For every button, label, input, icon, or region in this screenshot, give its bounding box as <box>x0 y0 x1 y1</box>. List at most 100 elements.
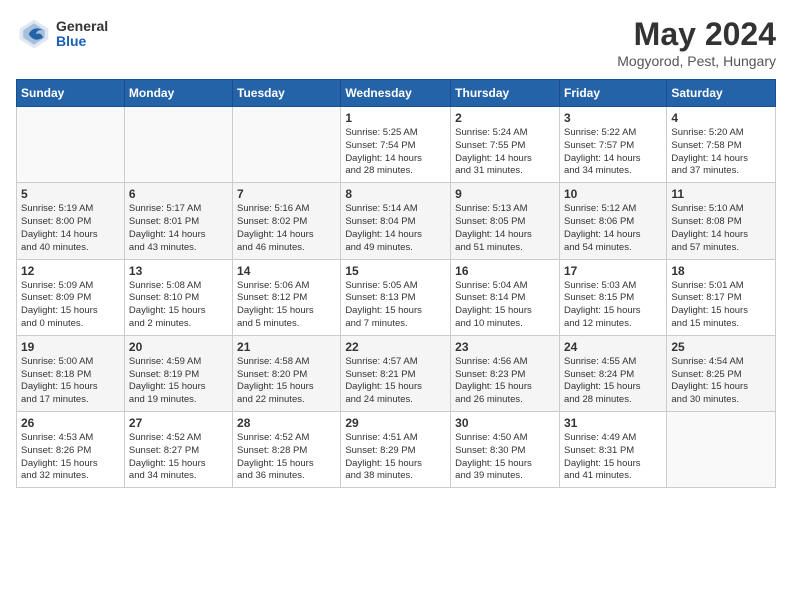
day-number: 27 <box>129 416 228 430</box>
calendar-cell: 29Sunrise: 4:51 AM Sunset: 8:29 PM Dayli… <box>341 412 451 488</box>
page-header: General Blue May 2024 Mogyorod, Pest, Hu… <box>16 16 776 69</box>
calendar-week-row: 12 Sunrise: 5:09 AM Sunset: 8:09 PM Dayli… <box>17 259 776 335</box>
calendar-cell: 16 Sunrise: 5:04 AM Sunset: 8:14 PM Dayli… <box>451 259 560 335</box>
day-info: Sunrise: 5:14 AM Sunset: 8:04 PM Dayligh… <box>345 203 446 254</box>
day-number: 19 <box>21 340 120 354</box>
day-info: Sunrise: 4:55 AM Sunset: 8:24 PM Dayligh… <box>564 356 662 407</box>
day-info: Sunrise: 5:04 AM Sunset: 8:14 PM Dayligh… <box>455 280 555 331</box>
day-info: Sunrise: 4:57 AM Sunset: 8:21 PM Dayligh… <box>345 356 446 407</box>
day-number: 17 <box>564 264 662 278</box>
day-number: 26 <box>21 416 120 430</box>
calendar-cell: 27 Sunrise: 4:52 AM Sunset: 8:27 PM Dayli… <box>124 412 232 488</box>
day-info: Sunrise: 5:00 AM Sunset: 8:18 PM Dayligh… <box>21 356 120 407</box>
logo-text: General Blue <box>56 19 108 50</box>
calendar-cell: 15 Sunrise: 5:05 AM Sunset: 8:13 PM Dayli… <box>341 259 451 335</box>
day-info: Sunrise: 4:52 AM Sunset: 8:28 PM Dayligh… <box>237 432 336 483</box>
calendar-cell <box>17 107 125 183</box>
calendar-cell: 25 Sunrise: 4:54 AM Sunset: 8:25 PM Dayli… <box>667 335 776 411</box>
calendar-cell: 6 Sunrise: 5:17 AM Sunset: 8:01 PM Daylig… <box>124 183 232 259</box>
day-number: 14 <box>237 264 336 278</box>
day-number: 1 <box>345 111 446 125</box>
month-title: May 2024 <box>617 16 776 53</box>
logo-general-text: General <box>56 19 108 34</box>
day-info: Sunrise: 5:06 AM Sunset: 8:12 PM Dayligh… <box>237 280 336 331</box>
weekday-header-monday: Monday <box>124 80 232 107</box>
day-info: Sunrise: 5:24 AM Sunset: 7:55 PM Dayligh… <box>455 127 555 178</box>
logo-icon <box>16 16 52 52</box>
day-info: Sunrise: 5:05 AM Sunset: 8:13 PM Dayligh… <box>345 280 446 331</box>
day-info: Sunrise: 4:52 AM Sunset: 8:27 PM Dayligh… <box>129 432 228 483</box>
calendar-cell: 14 Sunrise: 5:06 AM Sunset: 8:12 PM Dayli… <box>233 259 341 335</box>
day-number: 31 <box>564 416 662 430</box>
day-number: 18 <box>671 264 771 278</box>
calendar-cell: 31 Sunrise: 4:49 AM Sunset: 8:31 PM Dayli… <box>559 412 666 488</box>
calendar-week-row: 5 Sunrise: 5:19 AM Sunset: 8:00 PM Daylig… <box>17 183 776 259</box>
weekday-header-row: SundayMondayTuesdayWednesdayThursdayFrid… <box>17 80 776 107</box>
day-info: Sunrise: 5:22 AM Sunset: 7:57 PM Dayligh… <box>564 127 662 178</box>
day-info: Sunrise: 4:58 AM Sunset: 8:20 PM Dayligh… <box>237 356 336 407</box>
calendar-cell <box>667 412 776 488</box>
calendar-cell: 23 Sunrise: 4:56 AM Sunset: 8:23 PM Dayli… <box>451 335 560 411</box>
day-number: 24 <box>564 340 662 354</box>
day-number: 8 <box>345 187 446 201</box>
day-number: 23 <box>455 340 555 354</box>
day-info: Sunrise: 5:17 AM Sunset: 8:01 PM Dayligh… <box>129 203 228 254</box>
weekday-header-sunday: Sunday <box>17 80 125 107</box>
day-number: 9 <box>455 187 555 201</box>
day-number: 20 <box>129 340 228 354</box>
day-info: Sunrise: 5:03 AM Sunset: 8:15 PM Dayligh… <box>564 280 662 331</box>
day-info: Sunrise: 4:51 AM Sunset: 8:29 PM Dayligh… <box>345 432 446 483</box>
day-info: Sunrise: 5:16 AM Sunset: 8:02 PM Dayligh… <box>237 203 336 254</box>
calendar-cell: 20 Sunrise: 4:59 AM Sunset: 8:19 PM Dayli… <box>124 335 232 411</box>
calendar-cell: 5 Sunrise: 5:19 AM Sunset: 8:00 PM Daylig… <box>17 183 125 259</box>
day-number: 4 <box>671 111 771 125</box>
day-info: Sunrise: 5:09 AM Sunset: 8:09 PM Dayligh… <box>21 280 120 331</box>
calendar-cell: 28Sunrise: 4:52 AM Sunset: 8:28 PM Dayli… <box>233 412 341 488</box>
calendar-cell: 17 Sunrise: 5:03 AM Sunset: 8:15 PM Dayli… <box>559 259 666 335</box>
day-number: 15 <box>345 264 446 278</box>
day-number: 13 <box>129 264 228 278</box>
day-info: Sunrise: 4:56 AM Sunset: 8:23 PM Dayligh… <box>455 356 555 407</box>
calendar-cell: 8 Sunrise: 5:14 AM Sunset: 8:04 PM Daylig… <box>341 183 451 259</box>
calendar-cell: 19 Sunrise: 5:00 AM Sunset: 8:18 PM Dayli… <box>17 335 125 411</box>
calendar-week-row: 1 Sunrise: 5:25 AM Sunset: 7:54 PM Daylig… <box>17 107 776 183</box>
calendar-cell: 11Sunrise: 5:10 AM Sunset: 8:08 PM Dayli… <box>667 183 776 259</box>
day-number: 7 <box>237 187 336 201</box>
day-info: Sunrise: 4:49 AM Sunset: 8:31 PM Dayligh… <box>564 432 662 483</box>
calendar-cell: 2Sunrise: 5:24 AM Sunset: 7:55 PM Daylig… <box>451 107 560 183</box>
day-number: 10 <box>564 187 662 201</box>
day-info: Sunrise: 5:19 AM Sunset: 8:00 PM Dayligh… <box>21 203 120 254</box>
calendar-cell: 4 Sunrise: 5:20 AM Sunset: 7:58 PM Daylig… <box>667 107 776 183</box>
calendar-cell: 26 Sunrise: 4:53 AM Sunset: 8:26 PM Dayli… <box>17 412 125 488</box>
day-info: Sunrise: 5:01 AM Sunset: 8:17 PM Dayligh… <box>671 280 771 331</box>
day-info: Sunrise: 4:54 AM Sunset: 8:25 PM Dayligh… <box>671 356 771 407</box>
day-info: Sunrise: 5:20 AM Sunset: 7:58 PM Dayligh… <box>671 127 771 178</box>
day-number: 22 <box>345 340 446 354</box>
calendar-cell: 30 Sunrise: 4:50 AM Sunset: 8:30 PM Dayli… <box>451 412 560 488</box>
day-info: Sunrise: 4:50 AM Sunset: 8:30 PM Dayligh… <box>455 432 555 483</box>
weekday-header-thursday: Thursday <box>451 80 560 107</box>
title-area: May 2024 Mogyorod, Pest, Hungary <box>617 16 776 69</box>
day-info: Sunrise: 5:25 AM Sunset: 7:54 PM Dayligh… <box>345 127 446 178</box>
calendar-cell: 13Sunrise: 5:08 AM Sunset: 8:10 PM Dayli… <box>124 259 232 335</box>
day-number: 30 <box>455 416 555 430</box>
day-info: Sunrise: 4:53 AM Sunset: 8:26 PM Dayligh… <box>21 432 120 483</box>
day-number: 6 <box>129 187 228 201</box>
day-number: 3 <box>564 111 662 125</box>
calendar-cell: 9Sunrise: 5:13 AM Sunset: 8:05 PM Daylig… <box>451 183 560 259</box>
calendar-week-row: 19 Sunrise: 5:00 AM Sunset: 8:18 PM Dayli… <box>17 335 776 411</box>
calendar-table: SundayMondayTuesdayWednesdayThursdayFrid… <box>16 79 776 488</box>
day-number: 5 <box>21 187 120 201</box>
calendar-cell: 3 Sunrise: 5:22 AM Sunset: 7:57 PM Daylig… <box>559 107 666 183</box>
calendar-week-row: 26 Sunrise: 4:53 AM Sunset: 8:26 PM Dayli… <box>17 412 776 488</box>
weekday-header-saturday: Saturday <box>667 80 776 107</box>
day-info: Sunrise: 5:12 AM Sunset: 8:06 PM Dayligh… <box>564 203 662 254</box>
weekday-header-friday: Friday <box>559 80 666 107</box>
calendar-cell <box>233 107 341 183</box>
day-number: 12 <box>21 264 120 278</box>
weekday-header-tuesday: Tuesday <box>233 80 341 107</box>
logo: General Blue <box>16 16 108 52</box>
day-number: 16 <box>455 264 555 278</box>
day-number: 25 <box>671 340 771 354</box>
day-info: Sunrise: 4:59 AM Sunset: 8:19 PM Dayligh… <box>129 356 228 407</box>
